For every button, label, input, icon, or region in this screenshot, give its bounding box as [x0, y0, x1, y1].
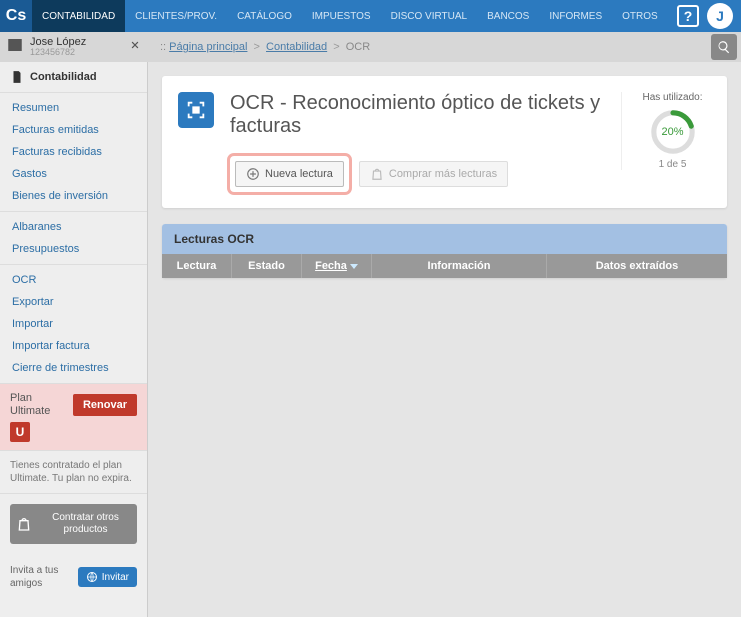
sidebar-item-facturas-recibidas[interactable]: Facturas recibidas — [0, 141, 147, 163]
sidebar-item-importar-factura[interactable]: Importar factura — [0, 335, 147, 357]
usage-box: Has utilizado: 20% 1 de 5 — [621, 92, 711, 170]
usage-percent: 20% — [650, 109, 696, 155]
breadcrumb-current: OCR — [346, 41, 370, 53]
readings-table: Lecturas OCR Lectura Estado Fecha Inform… — [162, 224, 727, 278]
search-button[interactable] — [711, 34, 737, 60]
col-fecha[interactable]: Fecha — [302, 254, 372, 278]
sort-desc-icon — [350, 264, 358, 269]
sidebar-item-importar[interactable]: Importar — [0, 313, 147, 335]
plan-badge: U — [10, 422, 30, 442]
sidebar-item-gastos[interactable]: Gastos — [0, 163, 147, 185]
sidebar-item-presupuestos[interactable]: Presupuestos — [0, 238, 147, 260]
plan-label-line2: Ultimate — [10, 405, 50, 418]
col-datos-extraidos[interactable]: Datos extraídos — [547, 254, 727, 278]
globe-icon — [86, 571, 98, 583]
tab-catalogo[interactable]: CATÁLOGO — [227, 0, 302, 32]
usage-count: 1 de 5 — [634, 159, 711, 170]
tab-clientes[interactable]: CLIENTES/PROV. — [125, 0, 227, 32]
top-navbar: Cs CONTABILIDAD CLIENTES/PROV. CATÁLOGO … — [0, 0, 741, 32]
help-icon[interactable]: ? — [677, 5, 699, 27]
invite-label: Invita a tus amigos — [10, 564, 72, 590]
invite-button[interactable]: Invitar — [78, 567, 137, 587]
topbar-right: ? J — [669, 0, 741, 32]
search-icon — [717, 40, 731, 54]
app-logo[interactable]: Cs — [0, 0, 32, 32]
tab-bancos[interactable]: BANCOS — [477, 0, 539, 32]
user-icon — [6, 36, 24, 57]
breadcrumb-link[interactable]: Contabilidad — [266, 41, 327, 53]
col-lectura[interactable]: Lectura — [162, 254, 232, 278]
sidebar-item-facturas-emitidas[interactable]: Facturas emitidas — [0, 119, 147, 141]
new-read-button[interactable]: Nueva lectura — [235, 161, 344, 187]
page-header-card: OCR - Reconocimiento óptico de tickets y… — [162, 76, 727, 208]
sidebar-item-bienes-inversion[interactable]: Bienes de inversión — [0, 185, 147, 207]
top-nav-tabs: CONTABILIDAD CLIENTES/PROV. CATÁLOGO IMP… — [32, 0, 669, 32]
breadcrumb: :: Página principal > Contabilidad > OCR — [148, 41, 711, 53]
main-content: OCR - Reconocimiento óptico de tickets y… — [148, 62, 741, 617]
sidebar-item-albaranes[interactable]: Albaranes — [0, 216, 147, 238]
bag-icon — [370, 167, 384, 181]
tab-informes[interactable]: INFORMES — [539, 0, 612, 32]
sidebar-item-cierre-trimestres[interactable]: Cierre de trimestres — [0, 357, 147, 379]
tab-impuestos[interactable]: IMPUESTOS — [302, 0, 381, 32]
avatar[interactable]: J — [707, 3, 733, 29]
table-title: Lecturas OCR — [162, 224, 727, 254]
sidebar-item-resumen[interactable]: Resumen — [0, 97, 147, 119]
doc-icon — [10, 70, 24, 84]
invite-row: Invita a tus amigos Invitar — [0, 554, 147, 600]
usage-donut: 20% — [650, 109, 696, 155]
sidebar: Contabilidad Resumen Facturas emitidas F… — [0, 62, 148, 617]
sidebar-heading: Contabilidad — [0, 62, 147, 93]
tab-otros[interactable]: OTROS — [612, 0, 668, 32]
col-informacion[interactable]: Información — [372, 254, 547, 278]
ocr-icon — [178, 92, 214, 128]
col-estado[interactable]: Estado — [232, 254, 302, 278]
buy-more-button[interactable]: Comprar más lecturas — [359, 161, 508, 187]
plus-circle-icon — [246, 167, 260, 181]
table-header-row: Lectura Estado Fecha Información Datos e… — [162, 254, 727, 278]
switch-user-icon[interactable] — [128, 38, 142, 55]
tab-contabilidad[interactable]: CONTABILIDAD — [32, 0, 125, 32]
plan-box: Plan Ultimate Renovar U — [0, 384, 147, 451]
breadcrumb-link[interactable]: Página principal — [169, 41, 247, 53]
plan-description: Tienes contratado el plan Ultimate. Tu p… — [0, 451, 147, 494]
sidebar-item-ocr[interactable]: OCR — [0, 269, 147, 291]
user-id: 123456782 — [30, 48, 122, 58]
renew-button[interactable]: Renovar — [73, 394, 137, 416]
bag-icon — [16, 516, 32, 532]
contract-products-button[interactable]: Contratar otros productos — [10, 504, 137, 544]
highlighted-action: Nueva lectura — [230, 156, 349, 192]
tab-disco-virtual[interactable]: DISCO VIRTUAL — [381, 0, 478, 32]
page-title: OCR - Reconocimiento óptico de tickets y… — [230, 92, 605, 138]
sidebar-item-exportar[interactable]: Exportar — [0, 291, 147, 313]
user-box: Jose López 123456782 — [0, 36, 148, 58]
usage-title: Has utilizado: — [634, 92, 711, 103]
second-bar: Jose López 123456782 :: Página principal… — [0, 32, 741, 62]
plan-label-line1: Plan — [10, 392, 50, 405]
